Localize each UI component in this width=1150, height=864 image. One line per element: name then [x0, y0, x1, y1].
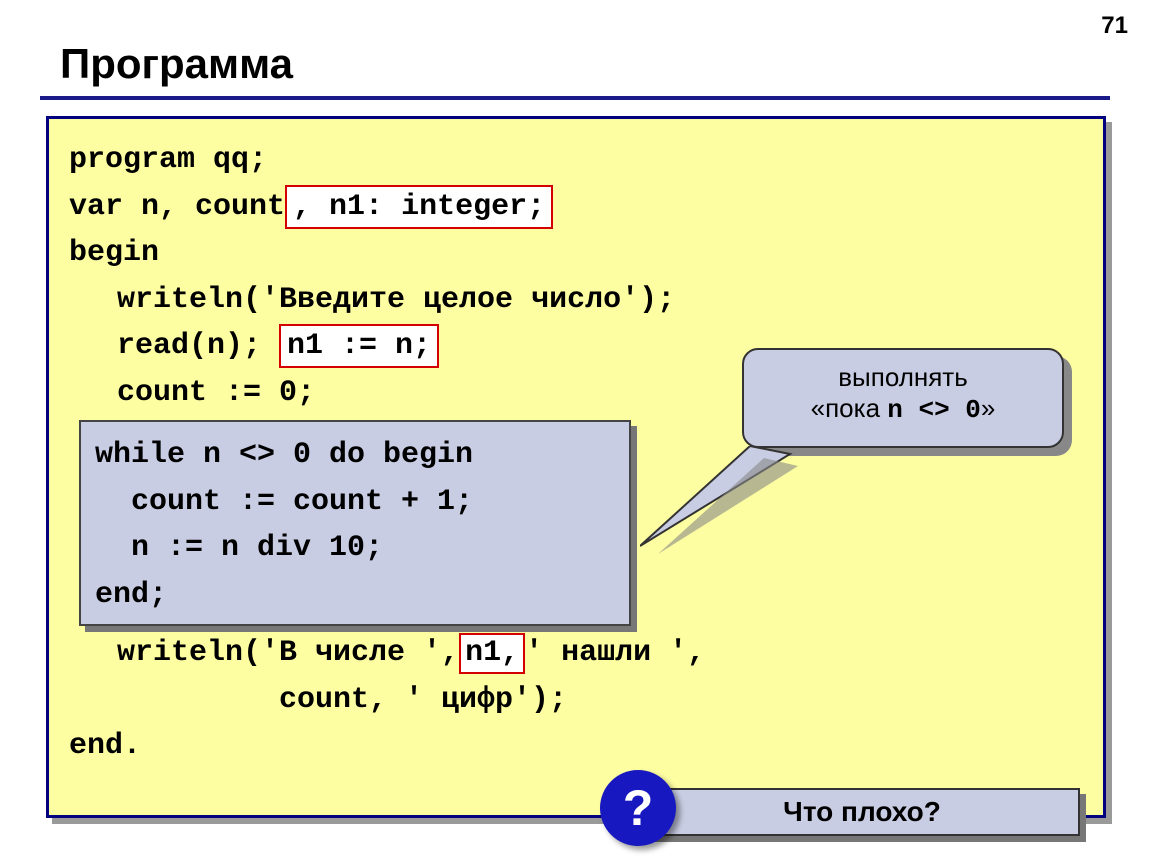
while-line-1: while n <> 0 do begin [95, 432, 615, 479]
highlight-n1-decl: , n1: integer; [285, 185, 553, 229]
code-l5a: read(n); [117, 329, 279, 363]
code-l8b: ' нашли ', [525, 636, 705, 670]
callout-line1: выполнять [744, 362, 1062, 393]
code-line-8: writeln('В числе ',n1,' нашли ', [69, 630, 1083, 677]
highlight-n1-out: n1, [459, 633, 525, 674]
while-line-4: end; [95, 572, 615, 619]
callout-line2: «пока n <> 0» [744, 393, 1062, 425]
callout-l2c: » [981, 393, 995, 423]
page-title: Программа [60, 40, 293, 88]
while-line-2: count := count + 1; [95, 479, 615, 526]
callout-l2a: «пока [811, 393, 888, 423]
question-mark-icon: ? [600, 770, 676, 846]
code-l8a: writeln('В числе ', [117, 636, 459, 670]
page-number: 71 [1101, 12, 1128, 40]
while-line-3: n := n div 10; [95, 525, 615, 572]
code-block: program qq; var n, count, n1: integer; b… [46, 116, 1106, 818]
code-l2a: var n, count [69, 190, 285, 224]
code-line-2: var n, count, n1: integer; [69, 184, 1083, 231]
callout-bubble: выполнять «пока n <> 0» [742, 348, 1064, 448]
callout-code: n <> 0 [887, 395, 981, 425]
question-text: Что плохо? [783, 796, 941, 828]
title-underline [40, 96, 1110, 100]
question-pill: Что плохо? [644, 788, 1080, 836]
highlight-n1-assign: n1 := n; [279, 324, 439, 368]
while-block: while n <> 0 do begin count := count + 1… [79, 420, 631, 626]
code-line-1: program qq; [69, 137, 1083, 184]
code-line-10: end. [69, 723, 1083, 770]
code-line-9: count, ' цифр'); [69, 677, 1083, 724]
code-line-3: begin [69, 230, 1083, 277]
code-line-4: writeln('Введите целое число'); [69, 277, 1083, 324]
